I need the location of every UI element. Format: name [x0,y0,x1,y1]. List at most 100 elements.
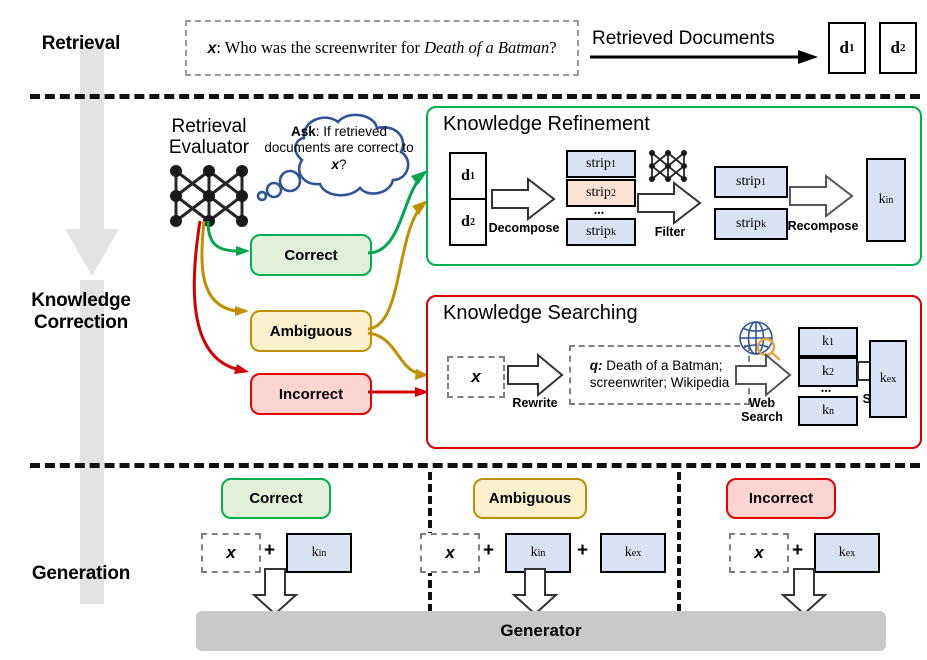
refinement-output-kin: k in [866,158,906,242]
strip-base: strip [586,185,611,200]
x-variable: x [754,543,764,562]
k-base: k [822,403,829,418]
k-sub: ex [886,373,897,385]
refinement-doc-2: d2 [449,198,487,246]
k-base: k [822,334,829,349]
doc-sub: 2 [899,42,906,54]
knowledge-searching-title: Knowledge Searching [443,302,638,324]
strip-in-k: strip k [566,218,636,246]
query-line2: screenwriter; Wikipedia [589,375,730,390]
filter-arrow-icon [637,180,702,226]
recompose-arrow-icon [789,173,854,219]
generation-kex-ambiguous: k ex [600,533,666,573]
generation-plus-ambiguous-1: + [483,540,495,561]
doc-base: d [461,213,470,230]
web-search-line2: Search [741,410,783,425]
bubble-end: ? [339,156,347,172]
strip-sub: 2 [610,187,616,199]
stage-label-line2: Correction [33,312,129,334]
query-suffix: ? [549,38,557,57]
searching-output-kex-box: k ex [869,340,907,418]
k-base: k [624,545,632,560]
x-variable: x [226,543,236,562]
k-sub: 2 [829,366,834,378]
retrieved-documents-label: Retrieved Documents [592,28,775,49]
generation-x-chip-correct: x [201,533,261,573]
k-base: k [878,192,886,207]
generation-down-arrow-ambiguous [511,568,559,616]
retrieved-document-1: d1 [828,22,866,74]
generation-kin-correct: k in [286,533,352,573]
step-filter-label: Filter [654,225,686,239]
k-sub: ex [845,547,856,559]
k-base: k [879,371,887,386]
retrieved-document-2: d2 [879,22,917,74]
generation-label-incorrect[interactable]: Incorrect [726,478,836,519]
label-correct[interactable]: Correct [250,234,372,276]
doc-sub: 2 [469,216,475,228]
rewritten-query-box: q: Death of a Batman; screenwriter; Wiki… [569,345,750,405]
generation-label-ambiguous-text: Ambiguous [488,490,572,507]
k-sub: in [885,194,894,206]
query-box: x: Who was the screenwriter for Death of… [185,20,579,76]
k-sub: n [829,405,834,417]
refinement-doc-1: d1 [449,152,487,200]
search-result-kn: kn [798,396,858,426]
k-base: k [311,545,319,560]
decompose-arrow-icon [491,176,556,222]
label-correct-text: Correct [284,246,338,264]
strip-out-1: strip 1 [714,166,788,198]
step-recompose-label: Recompose [787,219,859,233]
k-sub: in [537,547,546,559]
generation-label-ambiguous[interactable]: Ambiguous [473,478,587,519]
doc-label: d [890,38,900,57]
strip-sub: 1 [610,158,616,170]
generation-label-correct[interactable]: Correct [221,478,331,519]
k-base: k [530,545,538,560]
stage-label-line1: Knowledge [31,290,131,311]
web-search-line1: Web [748,396,776,410]
knowledge-refinement-title: Knowledge Refinement [443,113,650,135]
generation-plus-incorrect: + [792,540,804,561]
bubble-ask-label: Ask [290,124,316,139]
search-result-ellipsis: ... [820,381,832,396]
doc-sub: 1 [469,170,475,182]
stage-label-generation: Generation [31,563,131,584]
generation-divider-2 [677,472,681,612]
generation-plus-correct: + [264,540,276,561]
stage-label-knowledge-correction: Knowledge Correction [8,290,154,335]
generator-bar: Generator [196,611,886,651]
strip-base: strip [586,224,611,239]
label-ambiguous-text: Ambiguous [269,322,353,340]
query-label: q: [589,358,603,374]
k-base: k [838,545,846,560]
step-web-search-label: Web Search [728,396,796,425]
searching-input-x: x [447,356,505,398]
bubble-variable: x [331,156,339,172]
strip-base: strip [736,216,761,231]
strip-base: strip [736,174,761,189]
divider-correction-generation [30,463,920,468]
k-base: k [822,364,829,379]
generation-kin-ambiguous: k in [505,533,571,573]
divider-retrieval-correction [30,94,920,99]
query-line1: Death of a Batman; [602,358,723,374]
query-body: : Who was the screenwriter for [216,38,425,57]
stage-label-retrieval: Retrieval [41,33,121,54]
label-ambiguous[interactable]: Ambiguous [250,310,372,352]
k-sub: 1 [829,336,834,348]
rewritten-query-text: q: Death of a Batman; screenwriter; Wiki… [590,358,730,392]
web-search-arrow-icon [735,352,792,398]
bubble-rest: : If retrieved documents are correct to [264,124,414,156]
generation-plus-ambiguous-2: + [577,540,589,561]
doc-base: d [461,167,470,184]
strip-sub: k [610,226,616,238]
generation-x-chip-ambiguous: x [420,533,480,573]
k-sub: in [318,547,327,559]
strip-out-k: strip k [714,208,788,240]
label-incorrect[interactable]: Incorrect [250,373,372,415]
strip-base: strip [586,156,611,171]
query-text: x: Who was the screenwriter for Death of… [207,38,556,58]
label-incorrect-text: Incorrect [278,385,344,403]
generation-kex-incorrect: k ex [814,533,880,573]
